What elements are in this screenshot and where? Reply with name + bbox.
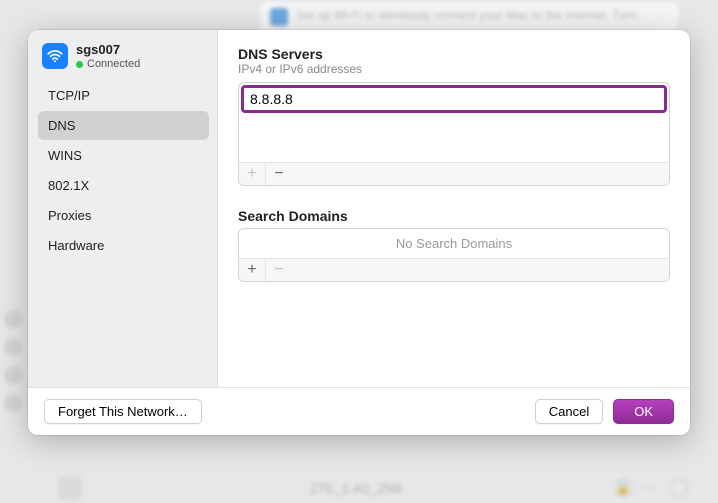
connection-header: sgs007 Connected — [38, 42, 209, 81]
ok-button[interactable]: OK — [613, 399, 674, 424]
sidebar-item-dns[interactable]: DNS — [38, 111, 209, 140]
background-network-name: ZTE_2.4G_ZN9 — [310, 481, 402, 496]
sidebar-item-proxies[interactable]: Proxies — [38, 201, 209, 230]
search-domains-list[interactable]: No Search Domains + − — [238, 228, 670, 282]
forget-network-button[interactable]: Forget This Network… — [44, 399, 202, 424]
wifi-icon — [42, 43, 68, 69]
sidebar-item-802-1x[interactable]: 802.1X — [38, 171, 209, 200]
background-network-icon — [58, 476, 82, 500]
sidebar: sgs007 Connected TCP/IPDNSWINS802.1XProx… — [28, 30, 218, 387]
footer: Forget This Network… Cancel OK — [28, 387, 690, 435]
dns-servers-subtitle: IPv4 or IPv6 addresses — [238, 62, 670, 76]
dns-servers-title: DNS Servers — [238, 46, 670, 62]
sidebar-item-wins[interactable]: WINS — [38, 141, 209, 170]
connection-status-label: Connected — [87, 58, 140, 71]
dns-server-input[interactable] — [241, 85, 667, 113]
connection-name: sgs007 — [76, 42, 140, 58]
dns-remove-button[interactable]: − — [266, 163, 292, 185]
connection-status: Connected — [76, 58, 140, 71]
background-hint-text: Set up Wi-Fi to wirelessly connect your … — [296, 8, 636, 22]
search-domains-add-button[interactable]: + — [239, 259, 265, 281]
more-icon — [670, 479, 688, 497]
lock-icon: 🔒 — [614, 479, 632, 497]
sidebar-item-hardware[interactable]: Hardware — [38, 231, 209, 260]
search-domains-title: Search Domains — [238, 208, 670, 224]
wifi-badge-icon — [270, 8, 288, 26]
dns-add-button[interactable]: + — [239, 163, 265, 185]
dns-servers-list[interactable]: + − — [238, 82, 670, 186]
search-domains-empty: No Search Domains — [239, 229, 669, 258]
signal-icon: ⋯ — [642, 479, 660, 497]
main-panel: DNS Servers IPv4 or IPv6 addresses + − S… — [218, 30, 690, 387]
status-dot-icon — [76, 61, 83, 68]
search-domains-remove-button[interactable]: − — [266, 259, 292, 281]
network-settings-modal: sgs007 Connected TCP/IPDNSWINS802.1XProx… — [28, 30, 690, 435]
cancel-button[interactable]: Cancel — [535, 399, 603, 424]
sidebar-item-tcp-ip[interactable]: TCP/IP — [38, 81, 209, 110]
